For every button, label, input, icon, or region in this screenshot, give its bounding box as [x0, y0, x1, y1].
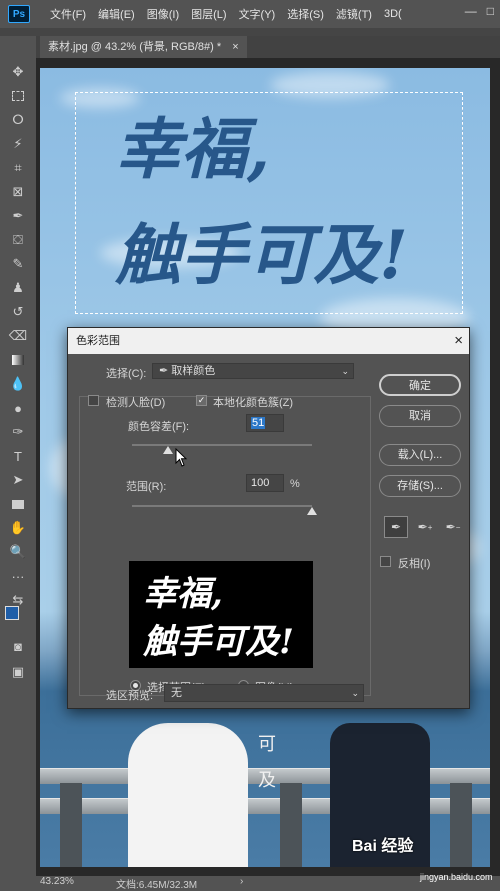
marquee-tool-icon[interactable] [8, 86, 28, 106]
save-button[interactable]: 存储(S)... [379, 475, 461, 497]
lasso-tool-icon[interactable]: ⵔ [8, 110, 28, 130]
brush-tool-icon[interactable]: ✎ [8, 254, 28, 274]
eyedropper-small-icon: ✒ [159, 365, 172, 377]
detect-faces-label: 检测人脸(D) [106, 397, 166, 409]
range-slider-track[interactable] [132, 505, 312, 507]
selection-preview-dropdown[interactable]: 无 ⌄ [164, 684, 364, 702]
status-arrow-icon[interactable]: › [240, 876, 243, 887]
invert-checkbox[interactable] [380, 556, 391, 567]
history-brush-tool-icon[interactable]: ↺ [8, 302, 28, 322]
overlay-char-ji: 及 [258, 770, 276, 791]
eyedropper-tool-icon[interactable]: ✒ [8, 206, 28, 226]
range-unit: % [290, 478, 300, 490]
healing-brush-tool-icon[interactable]: ⛋ [8, 230, 28, 250]
mouse-cursor-icon [175, 448, 188, 467]
range-slider-knob[interactable] [307, 507, 317, 515]
magic-wand-tool-icon[interactable]: ⚡ [8, 134, 28, 154]
fuzziness-slider-knob[interactable] [163, 446, 173, 454]
range-field[interactable]: 100 [246, 474, 284, 492]
rectangle-tool-icon[interactable] [8, 494, 28, 514]
zoom-tool-icon[interactable]: 🔍 [8, 542, 28, 562]
menu-file[interactable]: 文件(F) [50, 6, 86, 22]
bride-figure [128, 723, 248, 867]
type-tool-icon[interactable]: T [8, 446, 28, 466]
menu-filter[interactable]: 滤镜(T) [336, 6, 372, 22]
gradient-tool-icon[interactable] [8, 350, 28, 370]
document-tabs: 素材.jpg @ 43.2% (背景, RGB/8#) * × [36, 36, 500, 58]
foreground-color-swatch[interactable] [5, 606, 19, 620]
cancel-button[interactable]: 取消 [379, 405, 461, 427]
preview-line1: 幸福, [143, 574, 223, 614]
menu-type[interactable]: 文字(Y) [239, 6, 276, 22]
baidu-watermark-logo: Bai 经验 [352, 838, 414, 855]
quick-mask-icon[interactable]: ◙ [8, 636, 28, 656]
select-dropdown[interactable]: ✒ 取样颜色 ⌄ [152, 363, 354, 379]
eyedropper-icon[interactable]: ✒ [384, 516, 408, 538]
eyedropper-plus-icon[interactable]: ✒ + [413, 516, 437, 538]
fuzziness-slider-track[interactable] [132, 444, 312, 446]
range-label: 范围(R): [126, 481, 167, 493]
menu-edit[interactable]: 编辑(E) [98, 6, 135, 22]
selection-preview-value: 无 [171, 687, 182, 699]
fuzziness-label: 颜色容差(F): [128, 421, 190, 433]
dodge-tool-icon[interactable]: ● [8, 398, 28, 418]
blur-tool-icon[interactable]: 💧 [8, 374, 28, 394]
minimize-button[interactable]: — [465, 4, 477, 18]
dialog-title: 色彩范围 [76, 335, 120, 347]
photoshop-logo: Ps [8, 5, 30, 23]
options-bar [0, 28, 500, 36]
pen-tool-icon[interactable]: ✑ [8, 422, 28, 442]
marching-ants-selection [75, 92, 463, 314]
menu-image[interactable]: 图像(I) [147, 6, 179, 22]
menu-bar: Ps 文件(F) 编辑(E) 图像(I) 图层(L) 文字(Y) 选择(S) 滤… [0, 0, 500, 28]
screen-mode-icon[interactable]: ▣ [8, 662, 28, 682]
tools-panel: ✥ ⵔ ⚡ ⌗ ⊠ ✒ ⛋ ✎ ♟ ↺ ⌫ 💧 ● ✑ T ➤ ✋ 🔍 ··· … [0, 36, 36, 876]
invert-label: 反相(I) [398, 558, 431, 570]
chevron-down-icon: ⌄ [341, 366, 349, 376]
document-tab-close-icon[interactable]: × [232, 41, 238, 53]
fuzziness-field[interactable]: 51 [246, 414, 284, 432]
select-value: 取样颜色 [171, 365, 216, 377]
detect-faces-checkbox[interactable] [88, 395, 99, 406]
document-tab-title: 素材.jpg @ 43.2% (背景, RGB/8#) * [48, 41, 222, 53]
range-value: 100 [251, 477, 270, 489]
selection-preview-label: 选区预览: [106, 690, 154, 702]
more-tools-icon[interactable]: ··· [8, 566, 28, 586]
color-range-dialog: 色彩范围 × 选择(C): ✒ 取样颜色 ⌄ 检测人脸(D) ✓ 本地化颜色簇(… [67, 327, 470, 709]
localized-clusters-label: 本地化颜色簇(Z) [213, 397, 294, 409]
dialog-titlebar[interactable]: 色彩范围 × [68, 328, 469, 354]
load-button[interactable]: 载入(L)... [379, 444, 461, 466]
menu-3d[interactable]: 3D( [384, 8, 402, 20]
eyedropper-minus-icon[interactable]: ✒ − [441, 516, 465, 538]
menu-layer[interactable]: 图层(L) [191, 6, 226, 22]
localized-clusters-checkbox[interactable]: ✓ [196, 395, 207, 406]
selection-preview-image: 幸福, 触手可及! [129, 561, 313, 668]
chevron-down-icon: ⌄ [351, 688, 359, 698]
preview-line2: 触手可及! [142, 622, 294, 662]
ok-button[interactable]: 确定 [379, 374, 461, 396]
overlay-char-ke: 可 [258, 734, 276, 755]
move-tool-icon[interactable]: ✥ [8, 62, 28, 82]
path-selection-tool-icon[interactable]: ➤ [8, 470, 28, 490]
eraser-tool-icon[interactable]: ⌫ [8, 326, 28, 346]
crop-tool-icon[interactable]: ⌗ [8, 158, 28, 178]
zoom-level[interactable]: 43.23% [40, 876, 74, 887]
document-tab[interactable]: 素材.jpg @ 43.2% (背景, RGB/8#) * × [40, 36, 247, 58]
watermark-url: jingyan.baidu.com [420, 872, 493, 882]
hand-tool-icon[interactable]: ✋ [8, 518, 28, 538]
dialog-close-icon[interactable]: × [454, 328, 463, 354]
fuzziness-value: 51 [251, 417, 266, 429]
stamp-tool-icon[interactable]: ♟ [8, 278, 28, 298]
maximize-button[interactable]: □ [487, 4, 494, 18]
select-label: 选择(C): [106, 368, 147, 380]
menu-select[interactable]: 选择(S) [287, 6, 324, 22]
frame-tool-icon[interactable]: ⊠ [8, 182, 28, 202]
